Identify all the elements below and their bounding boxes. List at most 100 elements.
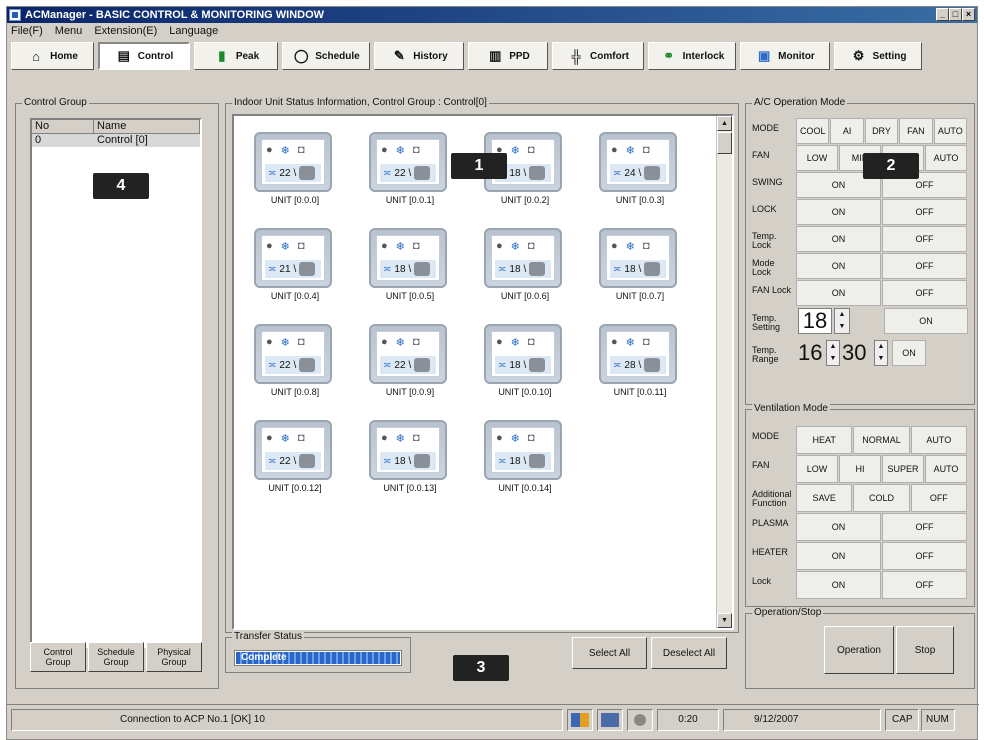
unit-display: ● ❄ ◘ ≍ 18\: [491, 331, 555, 377]
ac-option-button[interactable]: OFF: [882, 280, 967, 306]
unit-temp-suffix: \: [408, 263, 412, 275]
column-header-no[interactable]: No: [32, 120, 94, 133]
ac-row-label: LOCK: [752, 204, 777, 214]
ac-option-button[interactable]: OFF: [882, 199, 967, 225]
fan-icon: [414, 454, 431, 468]
toolbar-control-button[interactable]: ▤ Control: [98, 42, 190, 70]
unit-card[interactable]: ● ❄ ◘ ≍ 24 \ UNIT [0.0.3]: [597, 132, 683, 205]
control-group-button[interactable]: Control Group: [30, 642, 86, 672]
vent-option-button[interactable]: ON: [796, 542, 881, 570]
ac-option-button[interactable]: ON: [796, 199, 881, 225]
toolbar-setting-button[interactable]: ⚙ Setting: [834, 42, 922, 70]
user-icon[interactable]: [627, 709, 653, 731]
unit-card[interactable]: ● ❄ ◘ ≍ 18 \ UNIT [0.0.13]: [367, 420, 453, 493]
minimize-button[interactable]: _: [936, 8, 949, 21]
temp-range-on-button[interactable]: ON: [892, 340, 926, 366]
vent-option-button[interactable]: LOW: [796, 455, 838, 483]
toolbar-comfort-label: Comfort: [590, 50, 629, 62]
ac-option-button[interactable]: DRY: [864, 118, 899, 144]
vent-option-button[interactable]: OFF: [910, 484, 967, 512]
vent-option-button[interactable]: COLD: [853, 484, 910, 512]
ac-option-button[interactable]: FAN: [899, 118, 933, 144]
close-button[interactable]: ×: [962, 8, 975, 21]
unit-temp-suffix: \: [638, 167, 642, 179]
vertical-scrollbar[interactable]: ▲ ▼: [716, 116, 732, 628]
temp-range-min-stepper-icon[interactable]: ▲ ▼: [826, 340, 840, 366]
vent-option-button[interactable]: SUPER: [882, 455, 924, 483]
unit-card[interactable]: ● ❄ ◘ ≍ 22 \ UNIT [0.0.0]: [252, 132, 338, 205]
ac-option-button[interactable]: AI: [830, 118, 864, 144]
temp-setting-on-button[interactable]: ON: [884, 308, 968, 334]
physical-group-button[interactable]: Physical Group: [146, 642, 202, 672]
menu-file[interactable]: File(F): [11, 23, 43, 39]
network-icon[interactable]: [597, 709, 623, 731]
lock-icon: ◘: [412, 432, 420, 444]
toolbar-history-button[interactable]: ✎ History: [374, 42, 464, 70]
temp-range-max-stepper-icon[interactable]: ▲ ▼: [874, 340, 888, 366]
unit-card[interactable]: ● ❄ ◘ ≍ 21 \ UNIT [0.0.4]: [252, 228, 338, 301]
vent-option-button[interactable]: ON: [796, 513, 881, 541]
unit-temp: 22: [279, 455, 291, 467]
vent-option-button[interactable]: OFF: [882, 513, 967, 541]
ac-option-button[interactable]: LOW: [796, 145, 838, 171]
toolbar-home-button[interactable]: ⌂ Home: [11, 42, 94, 70]
ac-option-button[interactable]: ON: [796, 226, 881, 252]
unit-card[interactable]: ● ❄ ◘ ≍ 18 \ UNIT [0.0.7]: [597, 228, 683, 301]
toolbar-interlock-button[interactable]: ⚭ Interlock: [648, 42, 736, 70]
temp-stepper-icon[interactable]: ▲ ▼: [834, 308, 850, 334]
unit-card[interactable]: ● ❄ ◘ ≍ 22 \ UNIT [0.0.12]: [252, 420, 338, 493]
scroll-thumb[interactable]: [717, 132, 732, 154]
ac-option-button[interactable]: AUTO: [925, 145, 967, 171]
unit-card[interactable]: ● ❄ ◘ ≍ 28 \ UNIT [0.0.11]: [597, 324, 683, 397]
toolbar-ppd-button[interactable]: ▥ PPD: [468, 42, 548, 70]
unit-card[interactable]: ● ❄ ◘ ≍ 18 \ UNIT [0.0.6]: [482, 228, 568, 301]
vent-option-button[interactable]: AUTO: [925, 455, 967, 483]
scroll-down-icon[interactable]: ▼: [717, 613, 732, 628]
stop-button[interactable]: Stop: [896, 626, 954, 674]
unit-card[interactable]: ● ❄ ◘ ≍ 18 \ UNIT [0.0.5]: [367, 228, 453, 301]
status-date: 9/12/2007: [723, 709, 881, 731]
temp-range-min: 16: [798, 340, 823, 365]
schedule-group-button[interactable]: Schedule Group: [88, 642, 144, 672]
maximize-button[interactable]: □: [949, 8, 962, 21]
vent-option-button[interactable]: OFF: [882, 542, 967, 570]
ac-option-button[interactable]: OFF: [882, 226, 967, 252]
operation-button[interactable]: Operation: [824, 626, 894, 674]
toolbar-monitor-button[interactable]: ▣ Monitor: [740, 42, 830, 70]
status-bar: Connection to ACP No.1 [OK] 10 0:20 9/12…: [7, 704, 979, 734]
unit-card[interactable]: ● ❄ ◘ ≍ 18 \ UNIT [0.0.10]: [482, 324, 568, 397]
vent-option-button[interactable]: OFF: [882, 571, 967, 599]
unit-card[interactable]: ● ❄ ◘ ≍ 22 \ UNIT [0.0.9]: [367, 324, 453, 397]
vent-option-button[interactable]: ON: [796, 571, 881, 599]
snowflake-icon: ❄: [280, 145, 290, 157]
deselect-all-button[interactable]: Deselect All: [651, 637, 727, 669]
ac-option-button[interactable]: ON: [796, 253, 881, 279]
ac-option-button[interactable]: OFF: [882, 253, 967, 279]
vent-option-button[interactable]: AUTO: [910, 426, 967, 454]
menu-language[interactable]: Language: [169, 23, 218, 39]
scroll-up-icon[interactable]: ▲: [717, 116, 732, 131]
menu-menu[interactable]: Menu: [55, 23, 83, 39]
ac-option-button[interactable]: AUTO: [933, 118, 967, 144]
toolbar-schedule-button[interactable]: ◯ Schedule: [282, 42, 370, 70]
swing-icon: ≍: [268, 455, 277, 467]
swing-icon: ≍: [383, 263, 392, 275]
ac-option-button[interactable]: COOL: [796, 118, 830, 144]
vent-option-button[interactable]: HEAT: [796, 426, 853, 454]
vent-option-button[interactable]: HI: [839, 455, 881, 483]
unit-card[interactable]: ● ❄ ◘ ≍ 22 \ UNIT [0.0.8]: [252, 324, 338, 397]
ac-option-button[interactable]: ON: [796, 280, 881, 306]
building-icon[interactable]: [567, 709, 593, 731]
comfort-icon: ╬: [571, 48, 581, 64]
vent-option-button[interactable]: NORMAL: [853, 426, 910, 454]
toolbar-comfort-button[interactable]: ╬ Comfort: [552, 42, 644, 70]
vent-option-button[interactable]: SAVE: [796, 484, 853, 512]
unit-card[interactable]: ● ❄ ◘ ≍ 18 \ UNIT [0.0.14]: [482, 420, 568, 493]
column-header-name[interactable]: Name: [94, 120, 200, 133]
menu-extension[interactable]: Extension(E): [94, 23, 157, 39]
unit-card[interactable]: ● ❄ ◘ ≍ 22 \ UNIT [0.0.1]: [367, 132, 453, 205]
fan-icon: [644, 262, 661, 276]
toolbar-peak-button[interactable]: ▮ Peak: [194, 42, 278, 70]
list-item[interactable]: 0 Control [0]: [32, 134, 200, 147]
select-all-button[interactable]: Select All: [572, 637, 647, 669]
